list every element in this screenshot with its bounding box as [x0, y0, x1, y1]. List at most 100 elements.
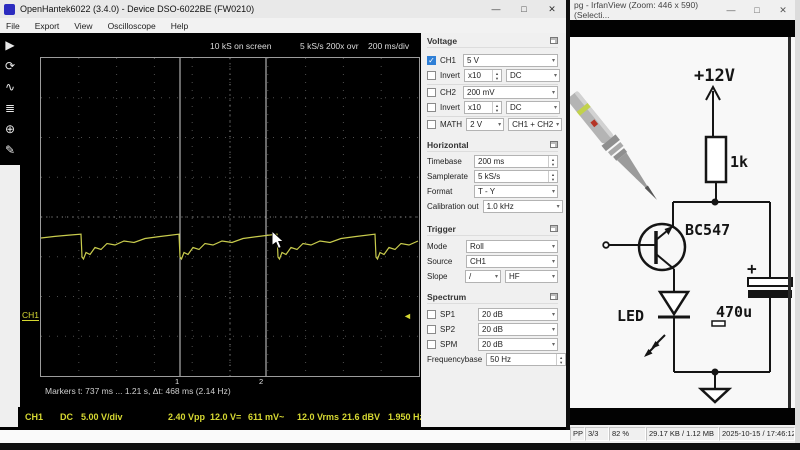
trigger-source-value: CH1 [470, 257, 486, 266]
spm-value: 20 dB [482, 340, 503, 349]
spm-select[interactable]: 20 dB ▾ [478, 338, 558, 351]
ch1-probe-spinner[interactable]: x10 ▴▾ [464, 69, 502, 82]
math-range-select[interactable]: 2 V ▾ [466, 118, 504, 131]
float-panel-icon[interactable] [550, 293, 558, 300]
chevron-down-icon: ▾ [554, 104, 557, 112]
samplerate-spinner[interactable]: 5 kS/s ▴▾ [474, 170, 558, 183]
measure-dbv: 21.6 dBV [342, 412, 380, 422]
sp2-select[interactable]: 20 dB ▾ [478, 323, 558, 336]
ch1-checkbox[interactable]: ✓ [427, 56, 436, 65]
trigger-slope-row: Slope / ▾ HF ▾ [427, 270, 558, 283]
scope-display[interactable] [40, 57, 420, 377]
marker-1-label[interactable]: 1 [175, 377, 179, 386]
float-panel-icon[interactable] [550, 225, 558, 232]
play-icon[interactable]: ▶ [5, 36, 14, 55]
transistor-label: BC547 [685, 221, 730, 239]
calibration-value: 1.0 kHz [487, 202, 514, 211]
openhantek-window: OpenHantek6022 (3.4.0) - Device DSO-6022… [0, 0, 566, 430]
chevron-down-icon: ▾ [552, 89, 555, 97]
sp2-label: SP2 [440, 325, 455, 334]
math-mode-select[interactable]: CH1 + CH2 ▾ [508, 118, 562, 131]
menu-bar: File Export View Oscilloscope Help [0, 18, 566, 33]
timebase-overlay-label: 200 ms/div [368, 41, 409, 51]
ch2-probe-spinner[interactable]: x10 ▴▾ [464, 101, 502, 114]
ch2-checkbox[interactable] [427, 88, 436, 97]
refresh-icon[interactable]: ⟳ [5, 57, 15, 76]
image-viewport: +12V 1k BC547 LED [570, 37, 795, 408]
marker-2-label[interactable]: 2 [259, 377, 263, 386]
freqbase-spinner[interactable]: 50 Hz ▴▾ [486, 353, 566, 366]
close-button[interactable]: ✕ [538, 4, 566, 15]
calibration-icon[interactable]: ✎ [5, 141, 15, 160]
trigger-mode-row: Mode Roll ▾ [427, 240, 558, 253]
ch2-range-value: 200 mV [467, 88, 495, 97]
sp2-checkbox[interactable] [427, 325, 436, 334]
minimize-button[interactable]: — [718, 5, 744, 16]
zoom-in-icon[interactable]: ⊕ [5, 120, 15, 139]
math-checkbox[interactable] [427, 120, 436, 129]
close-button[interactable]: ✕ [770, 5, 796, 16]
math-row: MATH 2 V ▾ CH1 + CH2 ▾ [427, 118, 558, 131]
ch2-range-select[interactable]: 200 mV ▾ [463, 86, 558, 99]
spin-down-icon[interactable]: ▾ [560, 360, 562, 365]
irfanview-titlebar[interactable]: pg - IrfanView (Zoom: 446 x 590) (Select… [570, 0, 800, 20]
waveform-icon[interactable]: ∿ [5, 78, 15, 97]
trigger-level-marker-icon[interactable]: ◄ [403, 311, 412, 321]
trigger-slope-select[interactable]: / ▾ [465, 270, 501, 283]
ch1-coupling-select[interactable]: DC ▾ [506, 69, 560, 82]
menu-view[interactable]: View [74, 21, 92, 31]
trigger-mode-value: Roll [470, 242, 484, 251]
menu-help[interactable]: Help [171, 21, 188, 31]
maximize-button[interactable]: □ [744, 5, 770, 16]
chevron-down-icon: ▾ [552, 326, 555, 334]
capacitor-label: 470u [716, 303, 752, 321]
status-datetime: 2025-10-15 / 17:46:12 [719, 427, 795, 441]
window-title: OpenHantek6022 (3.4.0) - Device DSO-6022… [20, 4, 254, 14]
chevron-down-icon: ▾ [552, 57, 555, 65]
minimize-button[interactable]: — [482, 4, 510, 15]
trigger-filter-select[interactable]: HF ▾ [505, 270, 558, 283]
format-select[interactable]: T - Y ▾ [474, 185, 558, 198]
spin-down-icon[interactable]: ▾ [552, 177, 554, 182]
voltage-section-header: Voltage [427, 36, 558, 48]
format-label: Format [427, 187, 452, 196]
math-range-value: 2 V [470, 120, 482, 129]
ch2-invert-checkbox[interactable] [427, 103, 436, 112]
menu-oscilloscope[interactable]: Oscilloscope [108, 21, 156, 31]
timebase-row: Timebase 200 ms ▴▾ [427, 155, 558, 168]
menu-file[interactable]: File [6, 21, 20, 31]
ch1-invert-checkbox[interactable] [427, 71, 436, 80]
trigger-mode-label: Mode [427, 242, 447, 251]
ch2-invert-row: Invert x10 ▴▾ DC ▾ [427, 101, 558, 114]
measure-channel: CH1 [25, 412, 43, 422]
maximize-button[interactable]: □ [510, 4, 538, 15]
ch1-level-tag[interactable]: CH1 [22, 310, 39, 321]
float-panel-icon[interactable] [550, 141, 558, 148]
menu-export[interactable]: Export [35, 21, 60, 31]
chevron-down-icon: ▾ [556, 121, 559, 129]
hantek-titlebar[interactable]: OpenHantek6022 (3.4.0) - Device DSO-6022… [0, 0, 566, 18]
format-row: Format T - Y ▾ [427, 185, 558, 198]
spin-down-icon[interactable]: ▾ [496, 108, 498, 113]
trigger-section-header: Trigger [427, 224, 558, 236]
ch1-range-select[interactable]: 5 V ▾ [463, 54, 558, 67]
ch2-coupling-select[interactable]: DC ▾ [506, 101, 560, 114]
measure-vrms: 12.0 Vrms [297, 412, 339, 422]
timebase-spinner[interactable]: 200 ms ▴▾ [474, 155, 558, 168]
sp1-select[interactable]: 20 dB ▾ [478, 308, 558, 321]
image-letterbox-top [570, 20, 795, 37]
trigger-source-select[interactable]: CH1 ▾ [466, 255, 558, 268]
sp1-checkbox[interactable] [427, 310, 436, 319]
trigger-filter-value: HF [509, 272, 520, 281]
spm-checkbox[interactable] [427, 340, 436, 349]
levels-icon[interactable]: ≣ [5, 99, 15, 118]
sp1-row: SP1 20 dB ▾ [427, 308, 558, 321]
calibration-select[interactable]: 1.0 kHz ▾ [483, 200, 563, 213]
float-panel-icon[interactable] [550, 37, 558, 44]
irfanview-window: pg - IrfanView (Zoom: 446 x 590) (Select… [570, 0, 800, 443]
samplerate-overlay-label: 5 kS/s 200x ovr [300, 41, 359, 51]
spin-down-icon[interactable]: ▾ [552, 162, 554, 167]
trigger-mode-select[interactable]: Roll ▾ [466, 240, 558, 253]
ch2-coupling-value: DC [510, 103, 522, 112]
spin-down-icon[interactable]: ▾ [496, 76, 498, 81]
